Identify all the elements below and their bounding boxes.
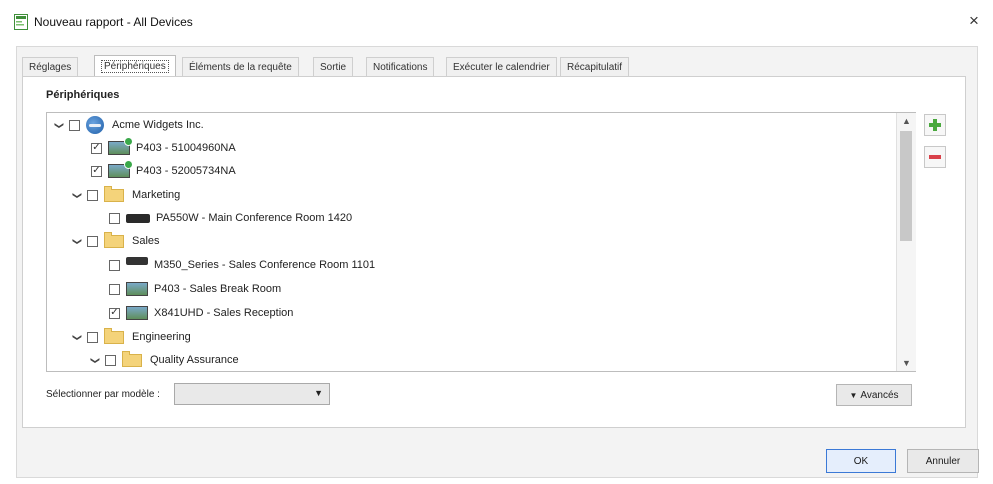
tab-settings[interactable]: Réglages — [22, 57, 79, 76]
tree-row-device[interactable]: P403 - Sales Break Room — [109, 279, 281, 299]
checkbox-checked[interactable] — [91, 142, 102, 154]
tree-item-label: Marketing — [132, 189, 181, 201]
folder-icon — [104, 327, 124, 344]
tab-output[interactable]: Sortie — [313, 57, 354, 76]
checkbox[interactable] — [87, 235, 98, 247]
dropdown-arrow-icon: ▼ — [314, 388, 323, 398]
chevron-down-icon[interactable]: ❯ — [72, 235, 83, 247]
close-button[interactable]: × — [962, 10, 986, 32]
tab-summary[interactable]: Récapitulatif — [560, 57, 630, 76]
checkbox[interactable] — [87, 189, 98, 201]
tree-row-folder[interactable]: ❯ Quality Assurance — [89, 350, 239, 370]
tree-item-label: P403 - Sales Break Room — [154, 283, 282, 295]
tree-row-device[interactable]: P403 - 52005734NA — [91, 160, 236, 181]
add-device-button[interactable] — [924, 114, 946, 136]
display-monitor-icon — [108, 160, 133, 178]
tree-item-label: Acme Widgets Inc. — [112, 119, 204, 131]
window-title: Nouveau rapport - All Devices — [34, 15, 193, 29]
tab-label: Éléments de la requête — [189, 62, 292, 73]
chevron-down-icon[interactable]: ❯ — [90, 354, 101, 366]
tab-label: Récapitulatif — [567, 62, 623, 73]
chevron-down-icon[interactable]: ❯ — [72, 331, 83, 343]
checkbox[interactable] — [105, 354, 116, 366]
report-app-icon — [14, 14, 28, 30]
scroll-up-arrow-icon[interactable]: ▲ — [897, 113, 916, 129]
tree-item-label: P403 - 52005734NA — [136, 165, 236, 177]
tree-item-label: Quality Assurance — [150, 354, 239, 366]
checkbox[interactable] — [109, 212, 120, 224]
tree-item-label: X841UHD - Sales Reception — [154, 307, 294, 319]
checkbox-checked[interactable] — [91, 165, 102, 177]
tree-row-device[interactable]: PA550W - Main Conference Room 1420 — [109, 208, 352, 228]
cancel-button[interactable]: Annuler — [907, 449, 979, 473]
tree-row-device[interactable]: X841UHD - Sales Reception — [109, 303, 293, 323]
folder-icon — [104, 231, 124, 248]
tab-label: Réglages — [29, 62, 72, 73]
tree-row-folder[interactable]: ❯ Marketing — [71, 185, 180, 205]
title-bar: Nouveau rapport - All Devices × — [0, 0, 993, 40]
tab-label: Notifications — [373, 62, 428, 73]
checkbox[interactable] — [109, 259, 120, 271]
checkbox[interactable] — [109, 283, 120, 295]
scroll-thumb[interactable] — [900, 131, 912, 241]
add-icon — [929, 119, 941, 131]
projector-icon — [126, 257, 148, 273]
tab-label: Exécuter le calendrier — [453, 62, 550, 73]
remove-icon — [929, 155, 941, 159]
display-monitor-icon — [126, 282, 148, 296]
advanced-button[interactable]: ▼ Avancés — [836, 384, 912, 406]
organization-globe-icon — [86, 116, 104, 134]
remove-device-button[interactable] — [924, 146, 946, 168]
tab-notifications[interactable]: Notifications — [366, 57, 435, 76]
tree-item-label: PA550W - Main Conference Room 1420 — [156, 212, 353, 224]
select-by-model-dropdown[interactable]: ▼ — [174, 383, 330, 405]
ok-button[interactable]: OK — [826, 449, 896, 473]
tree-row-folder[interactable]: ❯ Engineering — [71, 327, 191, 347]
tab-run-schedule[interactable]: Exécuter le calendrier — [446, 57, 557, 76]
tree-row-device[interactable]: M350_Series - Sales Conference Room 1101 — [109, 255, 375, 275]
tree-item-label: Engineering — [132, 331, 191, 343]
chevron-down-icon[interactable]: ❯ — [72, 189, 83, 201]
tab-devices[interactable]: Périphériques — [94, 55, 176, 76]
folder-icon — [122, 350, 142, 367]
tab-query-items[interactable]: Éléments de la requête — [182, 57, 299, 76]
select-by-model-label: Sélectionner par modèle : — [46, 389, 160, 400]
tree-row-folder[interactable]: ❯ Sales — [71, 231, 160, 251]
tree-row-organization[interactable]: ❯ Acme Widgets Inc. — [53, 115, 204, 135]
tree-item-label: P403 - 51004960NA — [136, 142, 236, 154]
scroll-down-arrow-icon[interactable]: ▼ — [897, 355, 916, 371]
tree-scrollbar[interactable]: ▲ ▼ — [896, 113, 916, 371]
advanced-button-label: Avancés — [860, 389, 899, 401]
tree-item-label: Sales — [132, 235, 160, 247]
display-monitor-icon — [108, 137, 133, 155]
checkbox-checked[interactable] — [109, 307, 120, 319]
devices-group-label: Périphériques — [46, 89, 120, 101]
projector-icon — [126, 213, 150, 223]
checkbox[interactable] — [87, 331, 98, 343]
tab-label: Sortie — [320, 62, 347, 73]
dropdown-arrow-icon: ▼ — [849, 390, 858, 400]
chevron-down-icon[interactable]: ❯ — [54, 119, 65, 131]
checkbox[interactable] — [69, 119, 80, 131]
device-tree[interactable]: ❯ Acme Widgets Inc. P403 - 51004960NA P4… — [46, 112, 916, 372]
tree-row-device[interactable]: P403 - 51004960NA — [91, 137, 236, 158]
report-dialog: Nouveau rapport - All Devices × Réglages… — [0, 0, 993, 484]
tab-label: Périphériques — [101, 60, 169, 73]
folder-icon — [104, 185, 124, 202]
display-monitor-icon — [126, 306, 148, 320]
tree-item-label: M350_Series - Sales Conference Room 1101 — [154, 259, 376, 271]
